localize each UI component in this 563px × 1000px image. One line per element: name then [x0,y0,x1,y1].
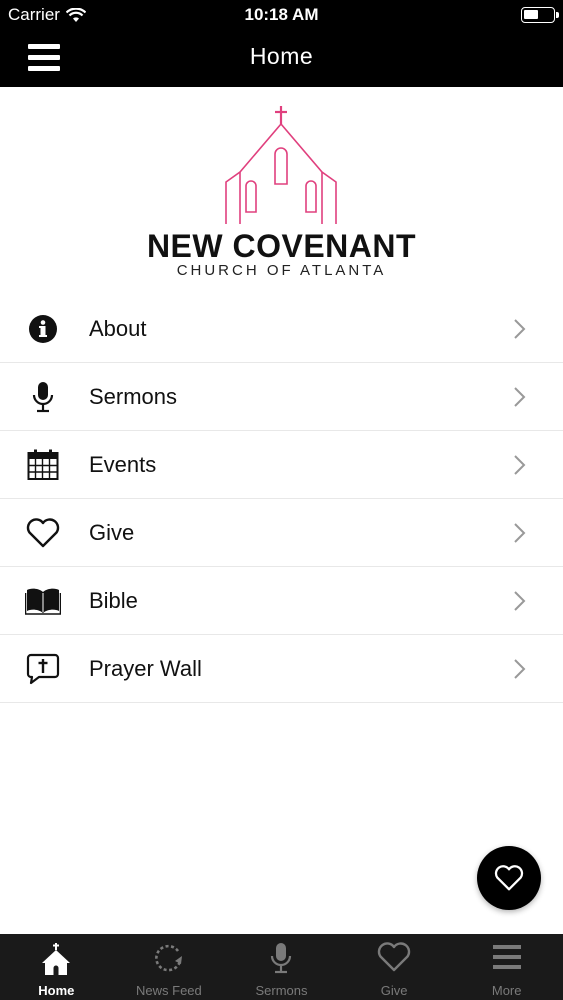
book-icon [25,585,61,617]
page-title: Home [249,43,314,69]
church-icon [42,943,71,975]
chevron-right-icon [513,590,527,617]
menu-item-bible[interactable]: Bible [0,567,563,635]
info-icon [25,313,61,345]
menu-item-label: Bible [89,587,138,613]
menu-item-prayer-wall[interactable]: Prayer Wall [0,635,563,703]
menu-item-events[interactable]: Events [0,431,563,499]
chevron-right-icon [513,386,527,413]
battery-icon [521,7,559,23]
menu-icon [492,945,521,969]
heart-icon [494,865,524,891]
tab-label: More [491,983,522,998]
chevron-right-icon [513,522,527,549]
tab-more[interactable]: More [450,934,563,1000]
tab-home[interactable]: Home [0,934,113,1000]
tab-sermons[interactable]: Sermons [225,934,338,1000]
menu-item-sermons[interactable]: Sermons [0,363,563,431]
bottom-tab-bar: Home News Feed Sermons Give More [0,934,563,1000]
chevron-right-icon [513,658,527,685]
menu-item-label: Sermons [89,383,178,409]
church-building-icon [225,106,337,224]
microphone-icon [25,381,61,413]
heart-icon [377,942,411,972]
tab-label: Sermons [255,983,308,998]
church-subtitle: CHURCH OF ATLANTA [176,262,387,279]
menu-item-label: Give [89,519,135,545]
refresh-icon [154,944,182,972]
menu-item-label: Prayer Wall [89,655,202,681]
tab-label: Give [380,983,408,998]
prayer-bubble-icon [25,653,61,685]
status-time: 10:18 AM [244,5,319,24]
status-bar: Carrier 10:18 AM [0,0,563,30]
menu-item-label: About [89,315,147,341]
tab-label: News Feed [136,983,202,998]
tab-label: Home [38,983,75,998]
main-menu-list: About Sermons Events Give Bible Prayer W… [0,295,563,703]
chevron-right-icon [513,454,527,481]
microphone-icon [271,943,292,974]
church-name: NEW COVENANT [146,228,417,264]
give-fab-button[interactable] [477,846,541,910]
menu-item-give[interactable]: Give [0,499,563,567]
menu-item-about[interactable]: About [0,295,563,363]
church-logo: NEW COVENANT CHURCH OF ATLANTA [0,100,563,285]
menu-item-label: Events [89,451,157,477]
tab-news-feed[interactable]: News Feed [113,934,226,1000]
tab-give[interactable]: Give [338,934,451,1000]
heart-icon [25,517,61,549]
chevron-right-icon [513,318,527,345]
nav-bar: Home [0,30,563,87]
calendar-icon [25,449,61,481]
